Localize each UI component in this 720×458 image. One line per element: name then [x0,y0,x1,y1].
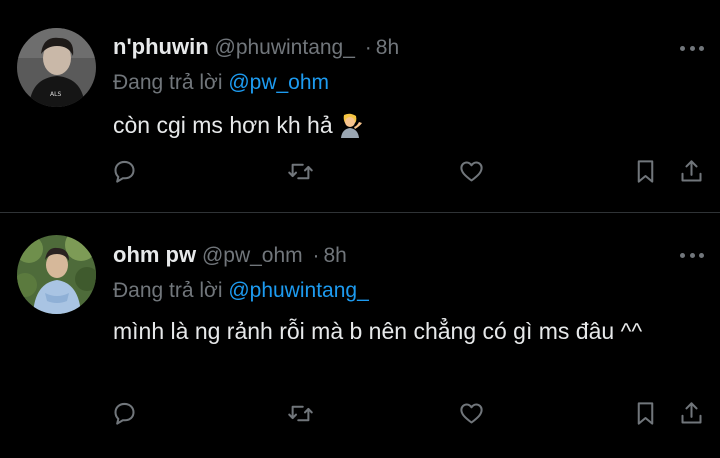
display-name[interactable]: n'phuwin [113,34,209,59]
separator: · [364,36,372,59]
mention-link[interactable]: @pw_ohm [228,71,329,94]
more-options-icon[interactable] [680,251,704,259]
more-options-icon[interactable] [680,44,704,52]
tweet-text: còn cgi ms hơn kh hả [113,110,703,141]
tweet-text: mình là ng rảnh rỗi mà b nên chẳng có gì… [113,316,703,347]
reply-prefix: Đang trả lời [113,279,223,302]
tweet-header: n'phuwin @phuwintang_ · 8h [113,34,399,62]
replying-to: Đang trả lời @pw_ohm [113,71,329,95]
timestamp[interactable]: 8h [324,244,347,267]
bookmark-icon[interactable] [629,155,661,187]
bookmark-icon[interactable] [629,397,661,429]
tweet-text-content: còn cgi ms hơn kh hả [113,112,333,138]
reply-icon[interactable] [108,397,140,429]
replying-to: Đang trả lời @phuwintang_ [113,279,369,303]
like-icon[interactable] [455,397,487,429]
reply-prefix: Đang trả lời [113,71,223,94]
svg-text:ALS: ALS [50,91,61,98]
display-name[interactable]: ohm pw [113,242,196,267]
share-icon[interactable] [675,155,707,187]
retweet-icon[interactable] [284,155,316,187]
tweet[interactable]: ALS n'phuwin @phuwintang_ · 8h Đang trả l… [0,0,720,212]
share-icon[interactable] [675,397,707,429]
avatar[interactable] [17,235,96,314]
timestamp[interactable]: 8h [376,36,399,59]
user-handle[interactable]: @phuwintang_ [215,36,355,59]
like-icon[interactable] [455,155,487,187]
action-bar [0,155,720,187]
tweet-text-content: mình là ng rảnh rỗi mà b nên chẳng có gì… [113,318,643,344]
person-tipping-hand-emoji [340,113,362,138]
tweet[interactable]: ohm pw @pw_ohm · 8h Đang trả lời @phuwint… [0,213,720,458]
retweet-icon[interactable] [284,397,316,429]
mention-link[interactable]: @phuwintang_ [228,279,368,302]
separator: · [312,244,320,267]
tweet-header: ohm pw @pw_ohm · 8h [113,242,347,270]
reply-icon[interactable] [108,155,140,187]
user-handle[interactable]: @pw_ohm [202,244,303,267]
avatar[interactable]: ALS [17,28,96,107]
action-bar [0,397,720,429]
